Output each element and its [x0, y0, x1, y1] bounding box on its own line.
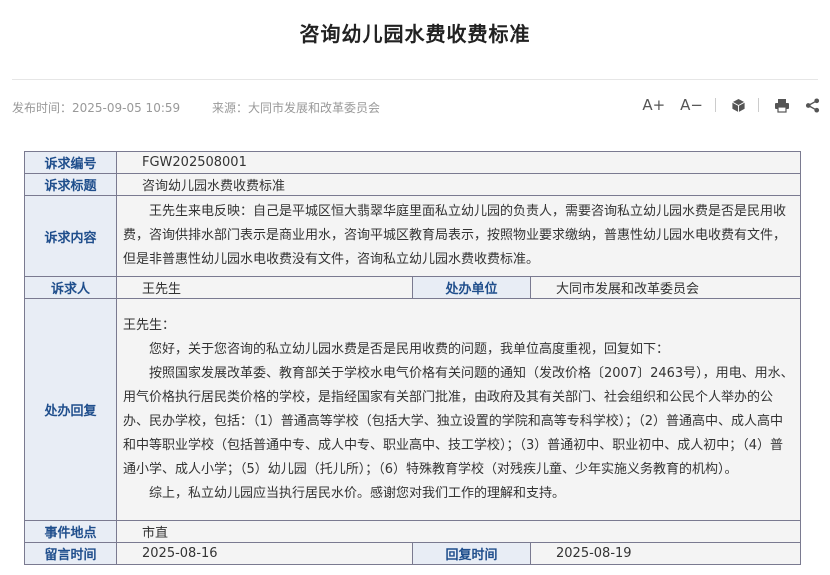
table-row: 诉求标题 咨询幼儿园水费收费标准 — [24, 173, 802, 196]
reply-paragraph: 您好，关于您咨询的私立幼儿园水费是否是民用收费的问题，我单位高度重视，回复如下： — [149, 341, 670, 357]
event-location: 市直 — [115, 520, 802, 543]
cube-icon[interactable] — [731, 98, 746, 113]
number-label: 诉求编号 — [24, 151, 117, 174]
petition-subject: 咨询幼儿园水费收费标准 — [115, 173, 802, 196]
article-toolbar: A+ A− — [627, 96, 820, 114]
table-row: 事件地点 市直 — [24, 520, 802, 543]
font-decrease-button[interactable]: A− — [680, 96, 703, 114]
petitioner-label: 诉求人 — [24, 276, 117, 299]
handler-unit: 大同市发展和改革委员会 — [529, 276, 802, 299]
content-paragraph: 王先生来电反映：自己是平城区恒大翡翠华庭里面私立幼儿园的负责人，需要咨询私立幼儿… — [123, 204, 787, 267]
petition-table: 诉求编号 FGW202508001 诉求标题 咨询幼儿园水费收费标准 诉求内容 … — [24, 151, 802, 565]
title-divider — [12, 79, 818, 80]
location-label: 事件地点 — [24, 520, 117, 543]
toolbar-divider — [758, 98, 759, 112]
publish-time: 发布时间：2025-09-05 10:59 — [12, 101, 181, 115]
reply-time-label: 回复时间 — [412, 542, 531, 565]
table-row: 留言时间 2025-08-16 回复时间 2025-08-19 — [24, 542, 802, 565]
share-icon[interactable] — [805, 97, 820, 113]
table-row: 处办回复 王先生： 您好，关于您咨询的私立幼儿园水费是否是民用收费的问题，我单位… — [24, 298, 802, 521]
font-increase-button[interactable]: A+ — [642, 96, 665, 114]
reply-paragraph: 综上，私立幼儿园应当执行居民水价。感谢您对我们工作的理解和支持。 — [149, 485, 566, 501]
print-icon[interactable] — [774, 98, 790, 113]
content-label: 诉求内容 — [24, 195, 117, 277]
reply-label: 处办回复 — [24, 298, 117, 521]
article-meta: 发布时间：2025-09-05 10:59 来源：大同市发展和改革委员会 — [12, 99, 408, 116]
message-time: 2025-08-16 — [116, 542, 413, 565]
table-row: 诉求人 王先生 处办单位 大同市发展和改革委员会 — [24, 276, 802, 299]
subject-label: 诉求标题 — [24, 173, 117, 196]
page-title: 咨询幼儿园水费收费标准 — [299, 22, 531, 46]
message-time-label: 留言时间 — [24, 542, 117, 565]
table-row: 诉求编号 FGW202508001 — [24, 151, 802, 174]
table-row: 诉求内容 王先生来电反映：自己是平城区恒大翡翠华庭里面私立幼儿园的负责人，需要咨… — [24, 195, 802, 277]
petitioner-name: 王先生 — [116, 276, 413, 299]
petition-number: FGW202508001 — [115, 151, 802, 174]
petition-content: 王先生来电反映：自己是平城区恒大翡翠华庭里面私立幼儿园的负责人，需要咨询私立幼儿… — [115, 195, 802, 277]
toolbar-divider — [715, 98, 716, 112]
reply-paragraph: 按照国家发展改革委、教育部关于学校水电气价格有关问题的通知（发改价格〔2007〕… — [123, 365, 794, 477]
source-text: 来源：大同市发展和改革委员会 — [211, 101, 380, 115]
reply-paragraph: 王先生： — [123, 317, 176, 333]
handler-label: 处办单位 — [412, 276, 531, 299]
reply-time: 2025-08-19 — [529, 542, 802, 565]
reply-content: 王先生： 您好，关于您咨询的私立幼儿园水费是否是民用收费的问题，我单位高度重视，… — [115, 298, 802, 521]
